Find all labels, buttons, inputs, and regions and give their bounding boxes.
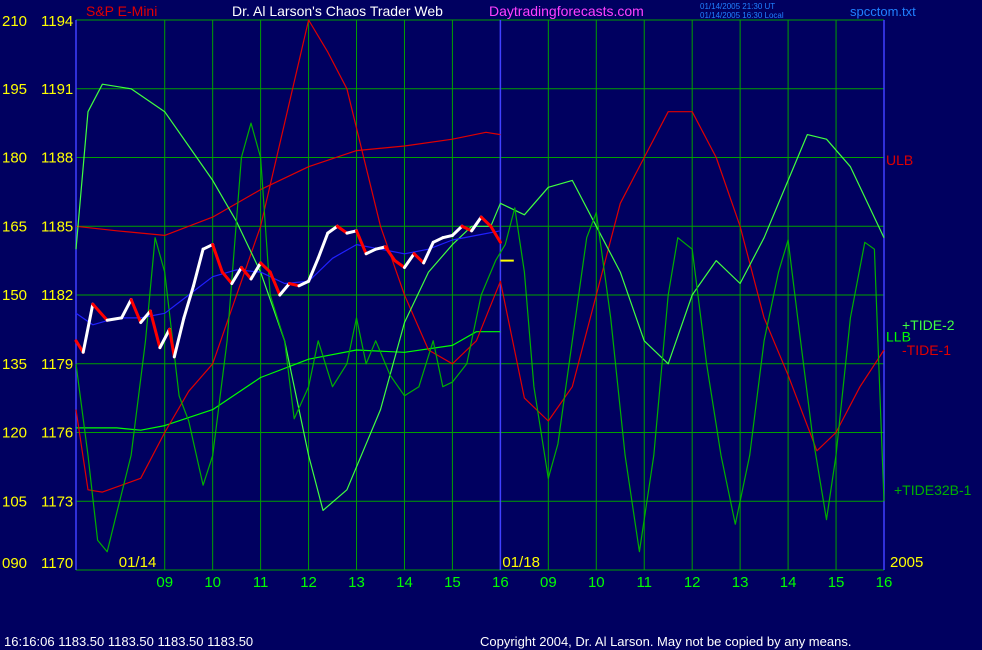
osc-tick-label: 180 [2, 150, 27, 167]
osc-tick-label: 135 [2, 356, 27, 373]
hour-tick-label: 16 [876, 574, 893, 591]
hour-tick-label: 13 [732, 574, 749, 591]
osc-tick-label: 105 [2, 493, 27, 510]
date-label: 01/18 [502, 554, 540, 571]
tide1-series-label: -TIDE-1 [902, 342, 951, 358]
date-label: 2005 [890, 554, 923, 571]
hour-tick-label: 12 [684, 574, 701, 591]
hour-tick-label: 14 [396, 574, 413, 591]
footer-quote: 16:16:06 1183.50 1183.50 1183.50 1183.50 [4, 634, 253, 649]
price-tick-label: 1176 [41, 425, 73, 442]
price-tick-label: 1182 [41, 287, 73, 304]
osc-tick-label: 090 [2, 555, 27, 572]
price-tick-label: 1194 [41, 13, 73, 30]
osc-tick-label: 210 [2, 13, 27, 30]
chaos-trader-chart: 210 1194 195 1191 180 1188 165 1185 150 1182 135 11… [0, 0, 982, 650]
osc-tick-label: 150 [2, 287, 27, 304]
hour-tick-label: 16 [492, 574, 509, 591]
osc-tick-label: 120 [2, 425, 27, 442]
price-tick-label: 1185 [41, 218, 73, 235]
site-name[interactable]: Daytradingforecasts.com [489, 3, 644, 19]
price-tick-label: 1188 [41, 150, 73, 167]
tide32-series-label: +TIDE32B-1 [894, 482, 972, 498]
timestamp-local: 01/14/2005 16:30 Local [700, 11, 784, 20]
footer-copyright: Copyright 2004, Dr. Al Larson. May not b… [480, 634, 851, 649]
hour-tick-label: 15 [444, 574, 461, 591]
hour-tick-label: 12 [300, 574, 317, 591]
hour-tick-label: 11 [253, 574, 269, 591]
price-tick-label: 1170 [41, 555, 73, 572]
timestamp-ut: 01/14/2005 21:30 UT [700, 2, 775, 11]
hour-tick-label: 11 [636, 574, 652, 591]
hour-tick-label: 09 [540, 574, 557, 591]
ulb-series-label: ULB [886, 152, 913, 168]
price-tick-label: 1173 [41, 493, 73, 510]
date-label: 01/14 [119, 554, 157, 571]
instrument-label: S&P E-Mini [86, 3, 157, 19]
hour-tick-label: 10 [588, 574, 605, 591]
price-tick-label: 1191 [41, 81, 73, 98]
chart-title: Dr. Al Larson's Chaos Trader Web [232, 3, 443, 19]
osc-tick-label: 195 [2, 81, 27, 98]
hour-tick-label: 13 [348, 574, 365, 591]
hour-tick-label: 14 [780, 574, 797, 591]
hour-tick-label: 15 [828, 574, 845, 591]
hour-tick-label: 10 [204, 574, 221, 591]
price-tick-label: 1179 [41, 356, 73, 373]
osc-tick-label: 165 [2, 218, 27, 235]
hour-tick-label: 09 [156, 574, 173, 591]
data-file-name: spcctom.txt [850, 4, 916, 19]
